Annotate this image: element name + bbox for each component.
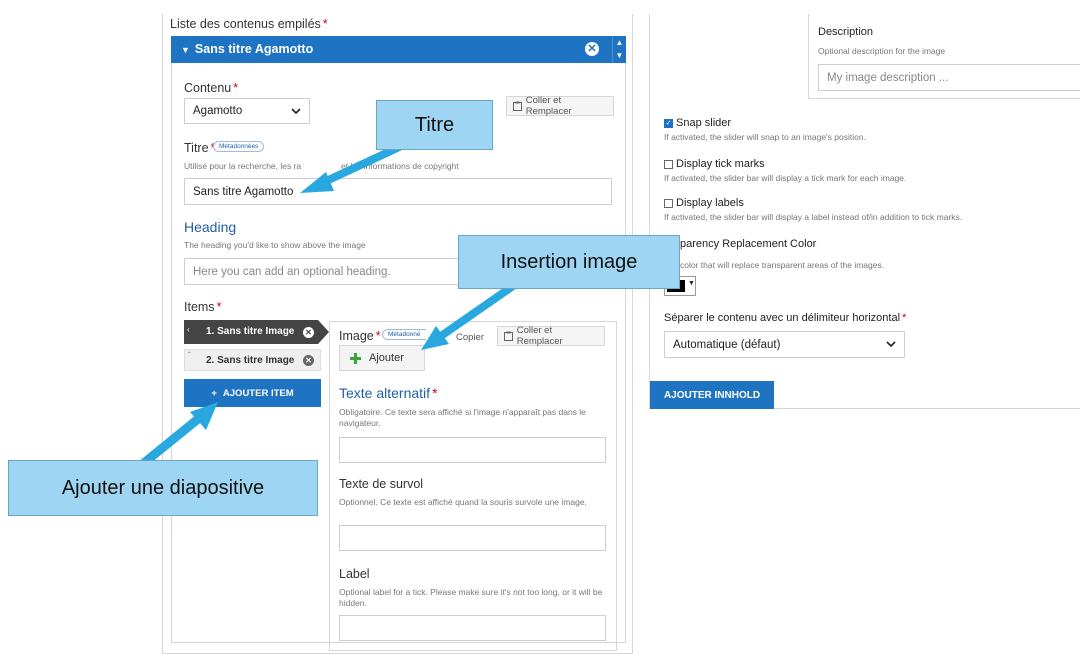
callout-insertion-image: Insertion image: [458, 235, 680, 289]
annotation-arrows: [115, 138, 516, 488]
insertion-arrow: [438, 282, 516, 340]
titre-arrowhead: [300, 172, 334, 193]
callout-ajouter-diapositive: Ajouter une diapositive: [8, 460, 318, 516]
callout-titre: Titre: [376, 100, 493, 150]
